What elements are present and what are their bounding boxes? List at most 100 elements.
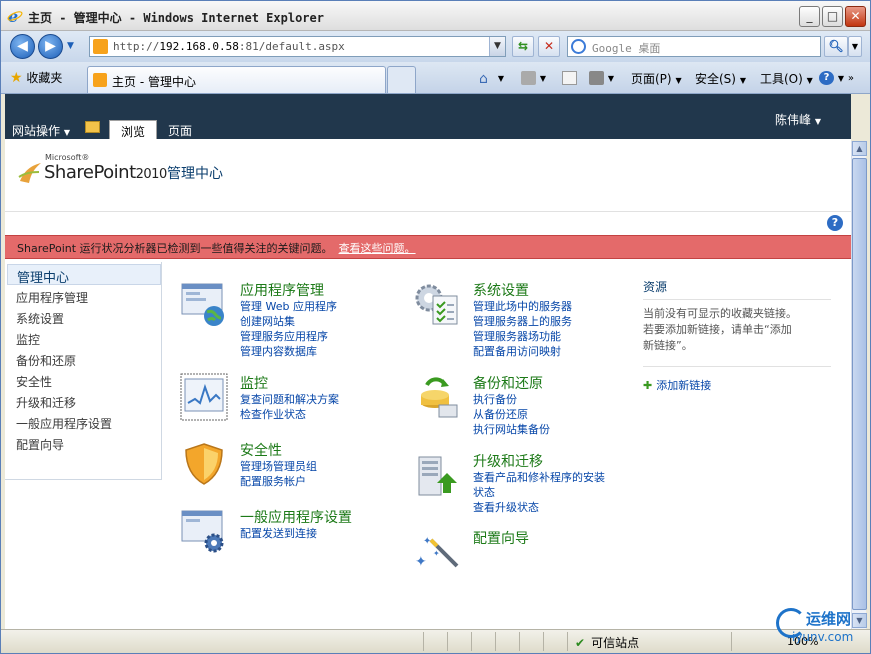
address-dropdown-icon[interactable]: ▼ (489, 37, 505, 56)
nav-item-backup[interactable]: 备份和还原 (16, 352, 76, 369)
help-menu[interactable]: ? ▼ » (819, 70, 854, 85)
maximize-button[interactable]: □ (822, 6, 843, 27)
star-icon: ★ (10, 70, 23, 86)
link-restore-from-backup[interactable]: 从备份还原 (473, 406, 528, 422)
mail-button[interactable] (562, 70, 577, 85)
category-config-wizards: ✦ ✦ ✦ 配置向导 (413, 526, 633, 571)
help-icon: ? (819, 70, 834, 85)
nav-item-monitoring[interactable]: 监控 (16, 331, 40, 348)
back-button[interactable]: ◀ (10, 34, 35, 59)
config-wizards-heading[interactable]: 配置向导 (473, 528, 529, 548)
forward-button[interactable]: ▶ (38, 34, 63, 59)
user-menu[interactable]: 陈伟峰 ▼ (775, 111, 821, 128)
scroll-thumb[interactable] (852, 158, 867, 610)
add-new-link[interactable]: ✚ 添加新链接 (643, 377, 831, 393)
history-dropdown-icon[interactable]: ▼ (67, 41, 74, 51)
nav-item-system-settings[interactable]: 系统设置 (16, 310, 64, 327)
link-check-product-patch-status[interactable]: 状态 (473, 484, 495, 500)
stop-button[interactable]: ✕ (538, 36, 560, 57)
server-settings-icon (415, 284, 458, 325)
link-manage-servers[interactable]: 管理此场中的服务器 (473, 298, 572, 314)
security-heading[interactable]: 安全性 (240, 440, 282, 460)
link-manage-farm-features[interactable]: 管理服务器场功能 (473, 328, 561, 344)
new-tab-button[interactable] (387, 66, 416, 93)
link-create-site-collections[interactable]: 创建网站集 (240, 313, 295, 329)
ribbon-bar: 网站操作 ▼ 浏览 页面 陈伟峰 ▼ (5, 94, 851, 139)
app-mgmt-heading[interactable]: 应用程序管理 (240, 280, 324, 300)
nav-item-app-mgmt[interactable]: 应用程序管理 (16, 289, 88, 306)
favorites-tab-row: ★ 收藏夹 主页 - 管理中心 ⌂ ▼ ▼ ▼ 页面(P) ▼ 安全(S) ▼ … (1, 62, 870, 94)
nav-item-upgrade[interactable]: 升级和迁移 (16, 394, 76, 411)
category-backup: 备份和还原 执行备份 从备份还原 执行网站集备份 (413, 373, 633, 438)
link-manage-service-apps[interactable]: 管理服务应用程序 (240, 328, 328, 344)
link-configure-send-to[interactable]: 配置发送到连接 (240, 525, 317, 541)
watermark-logo: 运维网 iyunv.com (776, 604, 871, 654)
status-bar: ✔ 可信站点 100% (1, 629, 870, 653)
help-icon[interactable]: ? (827, 215, 843, 231)
web-app-globe-icon (181, 283, 224, 326)
scroll-up-arrow-icon[interactable]: ▲ (852, 141, 867, 156)
link-manage-web-apps[interactable]: 管理 Web 应用程序 (240, 298, 337, 314)
tab-browse[interactable]: 浏览 (109, 120, 158, 139)
link-configure-aam[interactable]: 配置备用访问映射 (473, 343, 561, 359)
nav-item-config-wizards[interactable]: 配置向导 (16, 436, 64, 453)
ie-logo-icon: e (7, 8, 23, 24)
backup-heading[interactable]: 备份和还原 (473, 373, 543, 393)
link-review-problems[interactable]: 复查问题和解决方案 (240, 391, 339, 407)
home-button[interactable]: ⌂ ▼ (479, 70, 504, 87)
alert-link[interactable]: 查看这些问题。 (339, 242, 416, 255)
title-area: Microsoft® SharePoint2010 管理中心 (5, 139, 851, 212)
health-alert-bar: SharePoint 运行状况分析器已检测到一些值得关注的关键问题。 查看这些问题… (5, 235, 851, 259)
link-site-collection-backup[interactable]: 执行网站集备份 (473, 421, 550, 437)
alert-message: SharePoint 运行状况分析器已检测到一些值得关注的关键问题。 (17, 242, 333, 255)
feeds-button[interactable]: ▼ (521, 70, 546, 85)
checkmark-icon: ✔ (575, 636, 586, 650)
link-manage-content-db[interactable]: 管理内容数据库 (240, 343, 317, 359)
search-button[interactable]: 🔍︎ (824, 36, 848, 57)
site-actions-menu[interactable]: 网站操作 ▼ (12, 122, 70, 139)
link-check-upgrade-status[interactable]: 查看升级状态 (473, 499, 539, 515)
resources-empty-text: 当前没有可显示的收藏夹链接。 若要添加新链接，请单击“添加 新链接”。 (643, 307, 797, 352)
svg-text:✦: ✦ (433, 549, 440, 558)
link-manage-farm-admins[interactable]: 管理场管理员组 (240, 458, 317, 474)
nav-header-central-admin[interactable]: 管理中心 (7, 264, 161, 286)
page-menu[interactable]: 页面(P) ▼ (631, 70, 682, 87)
print-button[interactable]: ▼ (589, 70, 614, 85)
svg-text:✦: ✦ (423, 536, 431, 547)
upgrade-server-icon (418, 456, 457, 496)
sharepoint-mark-icon (18, 163, 41, 183)
tab-favicon-icon (93, 73, 107, 87)
refresh-button[interactable]: ⇆ (512, 36, 534, 57)
link-configure-service-accounts[interactable]: 配置服务帐户 (240, 473, 306, 489)
safety-menu[interactable]: 安全(S) ▼ (695, 70, 746, 87)
security-zone[interactable]: ✔ 可信站点 (575, 634, 639, 651)
search-options-icon[interactable]: ▼ (848, 36, 862, 57)
link-check-job-status[interactable]: 检查作业状态 (240, 406, 306, 422)
navigate-up-icon[interactable] (85, 121, 100, 133)
browser-tab[interactable]: 主页 - 管理中心 (87, 66, 386, 93)
address-input[interactable]: http://192.168.0.58:81/default.aspx ▼ (89, 36, 506, 57)
search-input[interactable]: Google 桌面 (567, 36, 821, 57)
monitor-chart-icon (180, 373, 228, 421)
tools-menu[interactable]: 工具(O) ▼ (760, 70, 813, 87)
link-check-product-patch[interactable]: 查看产品和修补程序的安装 (473, 469, 605, 485)
site-title[interactable]: 管理中心 (167, 163, 223, 183)
link-manage-services-on-server[interactable]: 管理服务器上的服务 (473, 313, 572, 329)
favorites-button[interactable]: ★ 收藏夹 (10, 69, 62, 86)
minimize-button[interactable]: _ (799, 6, 820, 27)
general-settings-heading[interactable]: 一般应用程序设置 (240, 507, 352, 527)
resources-panel: 资源 当前没有可显示的收藏夹链接。 若要添加新链接，请单击“添加 新链接”。 ✚… (643, 278, 831, 393)
window-title: 主页 - 管理中心 - Windows Internet Explorer (28, 11, 324, 25)
vertical-scrollbar[interactable]: ▲ ▼ (851, 141, 867, 629)
monitoring-heading[interactable]: 监控 (240, 373, 268, 393)
upgrade-heading[interactable]: 升级和迁移 (473, 451, 543, 471)
close-button[interactable]: ✕ (845, 6, 866, 27)
system-settings-heading[interactable]: 系统设置 (473, 280, 529, 300)
nav-item-general-settings[interactable]: 一般应用程序设置 (16, 415, 112, 432)
backup-restore-icon (421, 377, 458, 418)
sharepoint-logo: Microsoft® SharePoint2010 (17, 153, 167, 187)
plus-icon: ✚ (643, 379, 653, 392)
tab-page[interactable]: 页面 (157, 120, 203, 139)
link-perform-backup[interactable]: 执行备份 (473, 391, 517, 407)
nav-item-security[interactable]: 安全性 (16, 373, 52, 390)
